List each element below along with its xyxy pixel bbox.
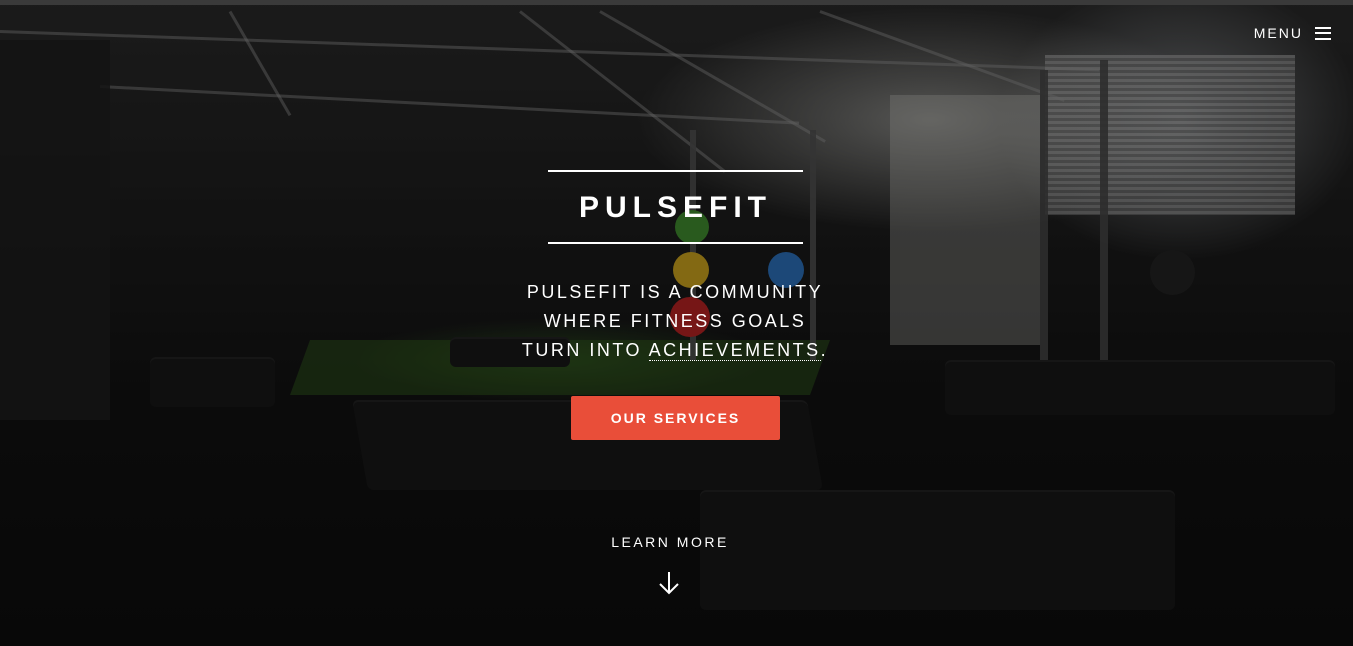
tagline-line-3: TURN INTO ACHIEVEMENTS. — [440, 336, 910, 365]
tagline-line-2: WHERE FITNESS GOALS — [543, 311, 807, 331]
title-bottom-divider — [548, 242, 803, 244]
tagline-line-1: PULSEFIT IS A COMMUNITY — [526, 282, 824, 302]
hamburger-icon[interactable] — [1315, 26, 1331, 40]
our-services-button[interactable]: OUR SERVICES — [571, 396, 780, 440]
learn-more-link[interactable]: LEARN MORE — [570, 534, 770, 550]
menu-label: MENU — [1253, 25, 1303, 41]
achievements-link[interactable]: ACHIEVEMENTS — [648, 340, 821, 361]
title-top-divider — [548, 170, 803, 172]
site-title: PULSEFIT — [578, 191, 772, 224]
tagline-line-3-suffix: . — [820, 340, 829, 360]
arrow-down-icon[interactable] — [657, 570, 681, 596]
tagline-line-3-prefix: TURN INTO — [521, 340, 649, 360]
site-title-block: PULSEFIT — [548, 170, 803, 244]
hero-tagline: PULSEFIT IS A COMMUNITY WHERE FITNESS GO… — [440, 278, 910, 365]
menu-button[interactable]: MENU — [1254, 25, 1331, 41]
hero-section: MENU PULSEFIT PULSEFIT IS A COMMUNITY WH… — [0, 0, 1353, 646]
